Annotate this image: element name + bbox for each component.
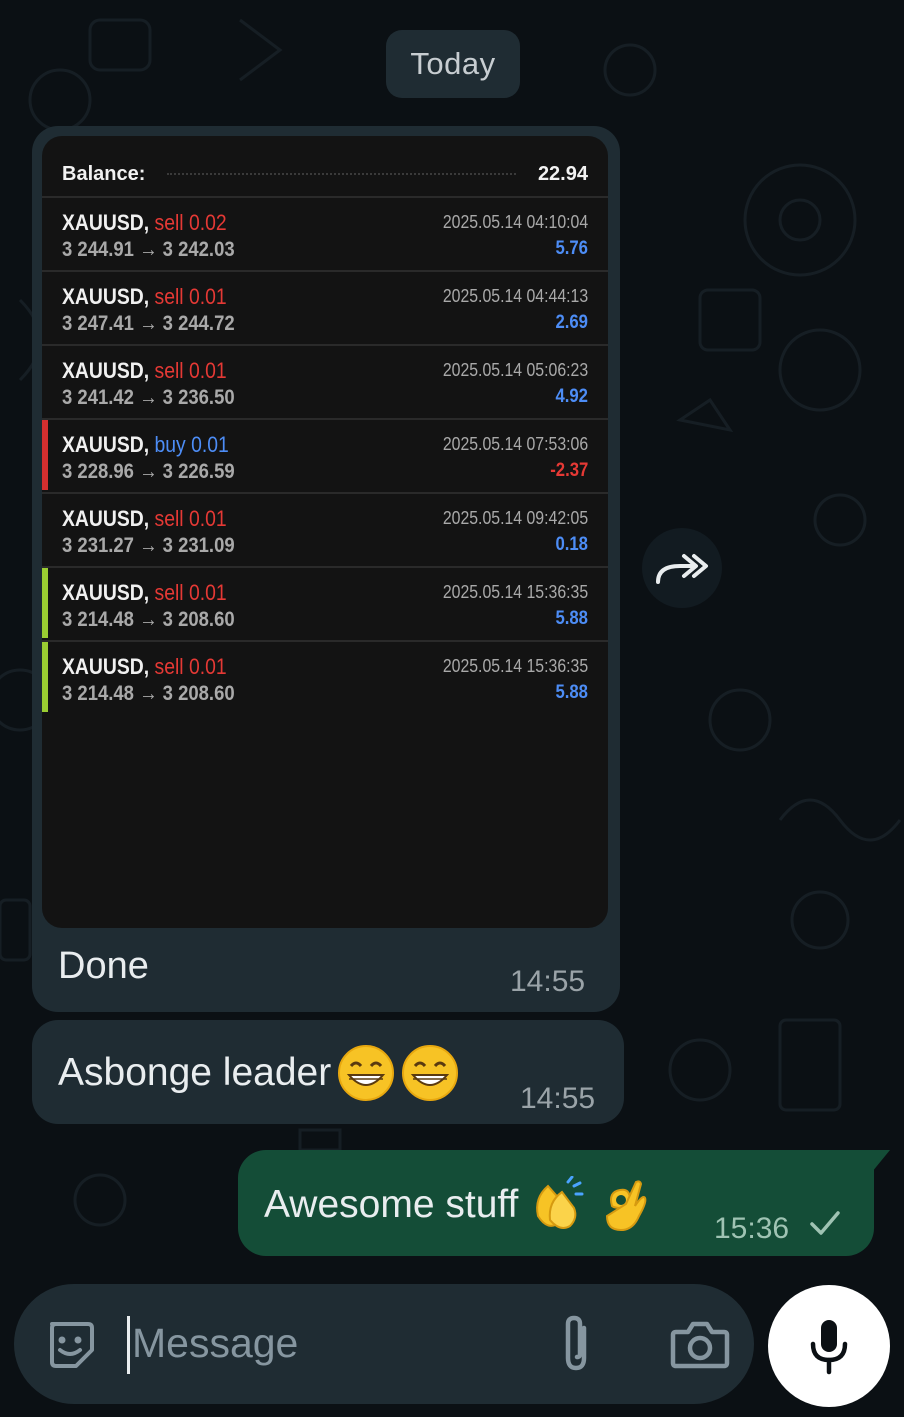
forward-button[interactable] [642,528,722,608]
trade-row: XAUUSD, sell 0.01 3 214.48 → 3 208.60 2025… [42,640,608,712]
trade-prices: 3 241.42 → 3 236.50 [62,386,235,409]
trade-row: XAUUSD, buy 0.01 3 228.96 → 3 226.59 2025.… [42,418,608,490]
trade-row: XAUUSD, sell 0.01 3 231.27 → 3 231.09 2025… [42,492,608,564]
trade-symbol-text: XAUUSD, [62,284,150,309]
trade-datetime: 2025.05.14 09:42:05 [442,508,588,528]
ok-hand-emoji [596,1176,654,1234]
trade-symbol-text: XAUUSD, [62,506,150,531]
trade-prices: 3 247.41 → 3 244.72 [62,312,235,335]
message-timestamp: 14:55 [520,1082,596,1115]
trade-profit: 5.88 [555,608,588,629]
trade-marker [42,568,48,638]
mic-icon [810,1320,848,1375]
date-chip: Today [386,30,520,98]
trade-side: sell 0.02 [154,210,227,235]
trade-marker [42,272,48,342]
message-composer: Message [14,1284,754,1404]
trade-symbol-text: XAUUSD, [62,654,150,679]
attach-icon[interactable] [554,1312,600,1376]
trade-side: buy 0.01 [154,432,229,457]
trade-datetime: 2025.05.14 05:06:23 [442,360,588,380]
voice-record-button[interactable] [768,1285,890,1407]
trade-marker [42,642,48,712]
image-caption: Done [58,945,149,987]
outgoing-text-message[interactable]: Awesome stuff 15:36 [238,1150,890,1256]
balance-label: Balance: [62,162,146,185]
trade-profit: 5.76 [555,238,588,259]
trade-profit: -2.37 [549,460,588,481]
trade-marker [42,198,48,268]
trade-side: sell 0.01 [154,654,227,679]
trade-symbol: XAUUSD, sell 0.01 [62,506,227,532]
trade-symbol: XAUUSD, sell 0.01 [62,654,227,680]
trade-history-screenshot[interactable]: Balance: 22.94 XAUUSD, sell 0.02 3 244.91… [42,136,608,928]
grinning-face-emoji [401,1044,459,1102]
trade-symbol-text: XAUUSD, [62,580,150,605]
trade-marker [42,346,48,416]
trade-side: sell 0.01 [154,284,227,309]
trade-datetime: 2025.05.14 04:44:13 [442,286,588,306]
incoming-text-message[interactable]: Asbonge leader 14:55 [32,1020,624,1124]
trade-row: XAUUSD, sell 0.01 3 247.41 → 3 244.72 2025… [42,270,608,342]
sent-check-icon [810,1211,840,1235]
trade-marker [42,494,48,564]
trade-profit: 0.18 [555,534,588,555]
trade-profit: 2.69 [555,312,588,333]
trade-side: sell 0.01 [154,580,227,605]
camera-icon[interactable] [670,1318,730,1370]
message-input[interactable]: Message [132,1320,298,1367]
trade-symbol-text: XAUUSD, [62,210,150,235]
text-caret [127,1316,130,1374]
message-text: Awesome stuff [264,1183,519,1226]
trade-prices: 3 214.48 → 3 208.60 [62,608,235,631]
trade-datetime: 2025.05.14 07:53:06 [442,434,588,454]
trade-prices: 3 228.96 → 3 226.59 [62,460,235,483]
message-text: Asbonge leader [58,1051,332,1094]
balance-dots [167,173,516,175]
sticker-icon[interactable] [42,1316,98,1372]
trade-datetime: 2025.05.14 15:36:35 [442,656,588,676]
trade-side: sell 0.01 [154,506,227,531]
bubble-tail [872,1150,890,1172]
trade-datetime: 2025.05.14 04:10:04 [442,212,588,232]
trade-symbol-text: XAUUSD, [62,358,150,383]
trade-row: XAUUSD, sell 0.01 3 214.48 → 3 208.60 2025… [42,566,608,638]
trade-side: sell 0.01 [154,358,227,383]
trade-symbol-text: XAUUSD, [62,432,150,457]
clapping-hands-emoji [528,1175,586,1234]
forward-icon [656,554,708,584]
trade-prices: 3 231.27 → 3 231.09 [62,534,235,557]
trade-prices: 3 214.48 → 3 208.60 [62,682,235,705]
trade-marker [42,420,48,490]
trade-symbol: XAUUSD, sell 0.01 [62,580,227,606]
trade-symbol: XAUUSD, sell 0.01 [62,358,227,384]
trade-profit: 4.92 [555,386,588,407]
trade-profit: 5.88 [555,682,588,703]
trade-row: XAUUSD, sell 0.02 3 244.91 → 3 242.03 2025… [42,196,608,268]
message-timestamp: 14:55 [510,965,586,998]
trade-row: XAUUSD, sell 0.01 3 241.42 → 3 236.50 2025… [42,344,608,416]
balance-value: 22.94 [537,162,588,185]
message-timestamp: 15:36 [714,1212,790,1245]
balance-row: Balance: 22.94 [42,144,608,204]
trade-symbol: XAUUSD, sell 0.01 [62,284,227,310]
grinning-face-emoji [337,1044,395,1102]
trade-symbol: XAUUSD, sell 0.02 [62,210,227,236]
trade-symbol: XAUUSD, buy 0.01 [62,432,229,458]
trade-prices: 3 244.91 → 3 242.03 [62,238,235,261]
trade-datetime: 2025.05.14 15:36:35 [442,582,588,602]
